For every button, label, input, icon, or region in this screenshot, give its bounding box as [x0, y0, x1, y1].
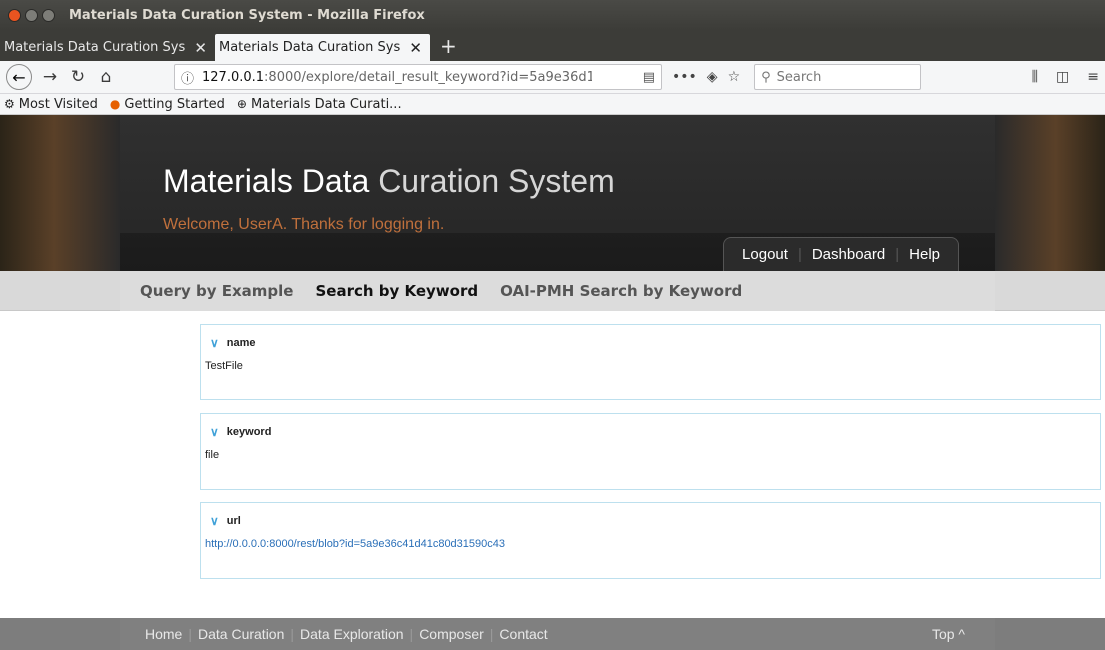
browser-tab[interactable]: Materials Data Curation Sys ✕	[0, 34, 215, 61]
site-title-part2: Curation System	[378, 163, 615, 199]
header-center: Materials Data Curation System Welcome, …	[120, 115, 995, 271]
field-name: name	[226, 336, 256, 349]
navigation-toolbar: ← → ↻ ⌂ ⓘ 127.0.0.1:8000/explore/detail_…	[0, 61, 1105, 94]
bookmark-label: Materials Data Curati...	[250, 96, 402, 112]
separator: |	[489, 626, 494, 642]
chevron-down-icon[interactable]: ∨	[210, 336, 219, 350]
footer-data-curation-link[interactable]: Data Curation	[198, 626, 284, 642]
tab-strip: Materials Data Curation Sys ✕ Materials …	[0, 30, 1105, 61]
forward-button[interactable]: →	[36, 67, 64, 87]
tab-close-icon[interactable]: ✕	[194, 39, 207, 57]
search-bar[interactable]: ⚲ Search	[754, 64, 922, 90]
result-content: ∨ name TestFile ∨ keyword file ∨ url htt…	[0, 311, 1105, 616]
result-panel-url: ∨ url http://0.0.0.0:8000/rest/blob?id=5…	[200, 502, 1101, 579]
bookmark-most-visited[interactable]: ⚙ Most Visited	[4, 97, 98, 112]
site-footer: Home | Data Curation | Data Exploration …	[0, 618, 1105, 650]
oai-pmh-search-link[interactable]: OAI-PMH Search by Keyword	[500, 282, 742, 300]
separator: |	[188, 626, 192, 642]
home-button[interactable]: ⌂	[92, 67, 120, 87]
footer-inner: Home | Data Curation | Data Exploration …	[120, 618, 995, 650]
url-path: :8000/explore/detail_result_keyword?id=5…	[264, 69, 593, 85]
field-name: keyword	[226, 425, 272, 438]
browser-tab-active[interactable]: Materials Data Curation Sys ✕	[215, 34, 430, 61]
bookmark-label: Getting Started	[124, 96, 225, 112]
search-placeholder: Search	[776, 69, 822, 85]
sub-navigation-inner: Query by Example Search by Keyword OAI-P…	[120, 271, 995, 311]
separator: |	[797, 246, 802, 263]
gear-icon: ⚙	[4, 97, 15, 111]
header-decoration-left	[0, 115, 120, 271]
field-value: TestFile	[205, 360, 243, 372]
firefox-icon: ●	[109, 97, 121, 111]
tab-label: Materials Data Curation Sys	[4, 40, 186, 55]
user-menu: Logout | Dashboard | Help	[723, 237, 959, 271]
reader-view-icon[interactable]: ▤	[643, 70, 655, 85]
tab-label: Materials Data Curation Sys	[219, 40, 401, 55]
reload-button[interactable]: ↻	[64, 67, 92, 87]
window-titlebar: Materials Data Curation System - Mozilla…	[0, 0, 1105, 30]
url-value-link[interactable]: http://0.0.0.0:8000/rest/blob?id=5a9e36c…	[201, 538, 1100, 550]
url-host: 127.0.0.1	[202, 69, 265, 85]
panel-header[interactable]: ∨ url	[201, 503, 1100, 538]
result-panel-keyword: ∨ keyword file	[200, 413, 1101, 490]
chevron-down-icon[interactable]: ∨	[210, 514, 219, 528]
back-button[interactable]: ←	[6, 64, 32, 90]
footer-composer-link[interactable]: Composer	[419, 626, 484, 642]
panel-header[interactable]: ∨ keyword	[201, 414, 1100, 449]
query-by-example-link[interactable]: Query by Example	[140, 282, 293, 300]
library-icon[interactable]: ⫼	[1032, 69, 1038, 85]
result-panel-name: ∨ name TestFile	[200, 324, 1101, 400]
separator: |	[290, 626, 295, 642]
back-to-top-link[interactable]: Top ^	[932, 626, 965, 642]
page-actions: ••• ◈ ☆	[672, 69, 740, 85]
pocket-icon[interactable]: ◈	[707, 69, 718, 85]
panel-header[interactable]: ∨ name	[201, 325, 1100, 360]
info-icon[interactable]: ⓘ	[181, 68, 194, 87]
bookmark-star-icon[interactable]: ☆	[728, 69, 741, 85]
window-close-button[interactable]	[8, 8, 21, 22]
window-minimize-button[interactable]	[25, 8, 38, 22]
footer-data-exploration-link[interactable]: Data Exploration	[300, 626, 404, 642]
sub-navigation: Query by Example Search by Keyword OAI-P…	[0, 271, 1105, 311]
footer-home-link[interactable]: Home	[145, 626, 182, 642]
bookmarks-toolbar: ⚙ Most Visited ● Getting Started ⊕ Mater…	[0, 94, 1105, 115]
bookmark-getting-started[interactable]: ● Getting Started	[110, 97, 225, 112]
search-by-keyword-link[interactable]: Search by Keyword	[315, 282, 478, 300]
search-icon: ⚲	[761, 69, 771, 85]
bookmark-label: Most Visited	[18, 96, 98, 112]
separator: |	[895, 246, 900, 263]
site-title: Materials Data Curation System	[163, 163, 615, 200]
page-actions-menu-icon[interactable]: •••	[672, 69, 697, 85]
new-tab-button[interactable]: +	[430, 34, 467, 61]
toolbar-right: ⫼ ◫ ≡	[1032, 69, 1099, 85]
url-bar[interactable]: ⓘ 127.0.0.1:8000/explore/detail_result_k…	[174, 64, 662, 90]
url-text[interactable]: 127.0.0.1:8000/explore/detail_result_key…	[202, 70, 592, 85]
sidebar-icon[interactable]: ◫	[1056, 69, 1069, 85]
hamburger-menu-icon[interactable]: ≡	[1087, 69, 1099, 85]
globe-icon: ⊕	[236, 97, 247, 111]
bookmark-materials[interactable]: ⊕ Materials Data Curati...	[237, 97, 402, 112]
header-decoration-right	[995, 115, 1105, 271]
separator: |	[409, 626, 414, 642]
site-header: Materials Data Curation System Welcome, …	[0, 115, 1105, 271]
tab-close-icon[interactable]: ✕	[409, 39, 422, 57]
welcome-message: Welcome, UserA. Thanks for logging in.	[163, 216, 445, 233]
help-link[interactable]: Help	[909, 246, 940, 263]
chevron-down-icon[interactable]: ∨	[210, 425, 219, 439]
field-name: url	[226, 514, 241, 527]
window-maximize-button[interactable]	[42, 8, 55, 22]
footer-contact-link[interactable]: Contact	[499, 626, 547, 642]
dashboard-link[interactable]: Dashboard	[812, 246, 885, 263]
window-title: Materials Data Curation System - Mozilla…	[69, 7, 425, 23]
field-value: file	[205, 449, 220, 461]
logout-link[interactable]: Logout	[742, 246, 788, 263]
site-title-part1: Materials Data	[163, 163, 370, 199]
